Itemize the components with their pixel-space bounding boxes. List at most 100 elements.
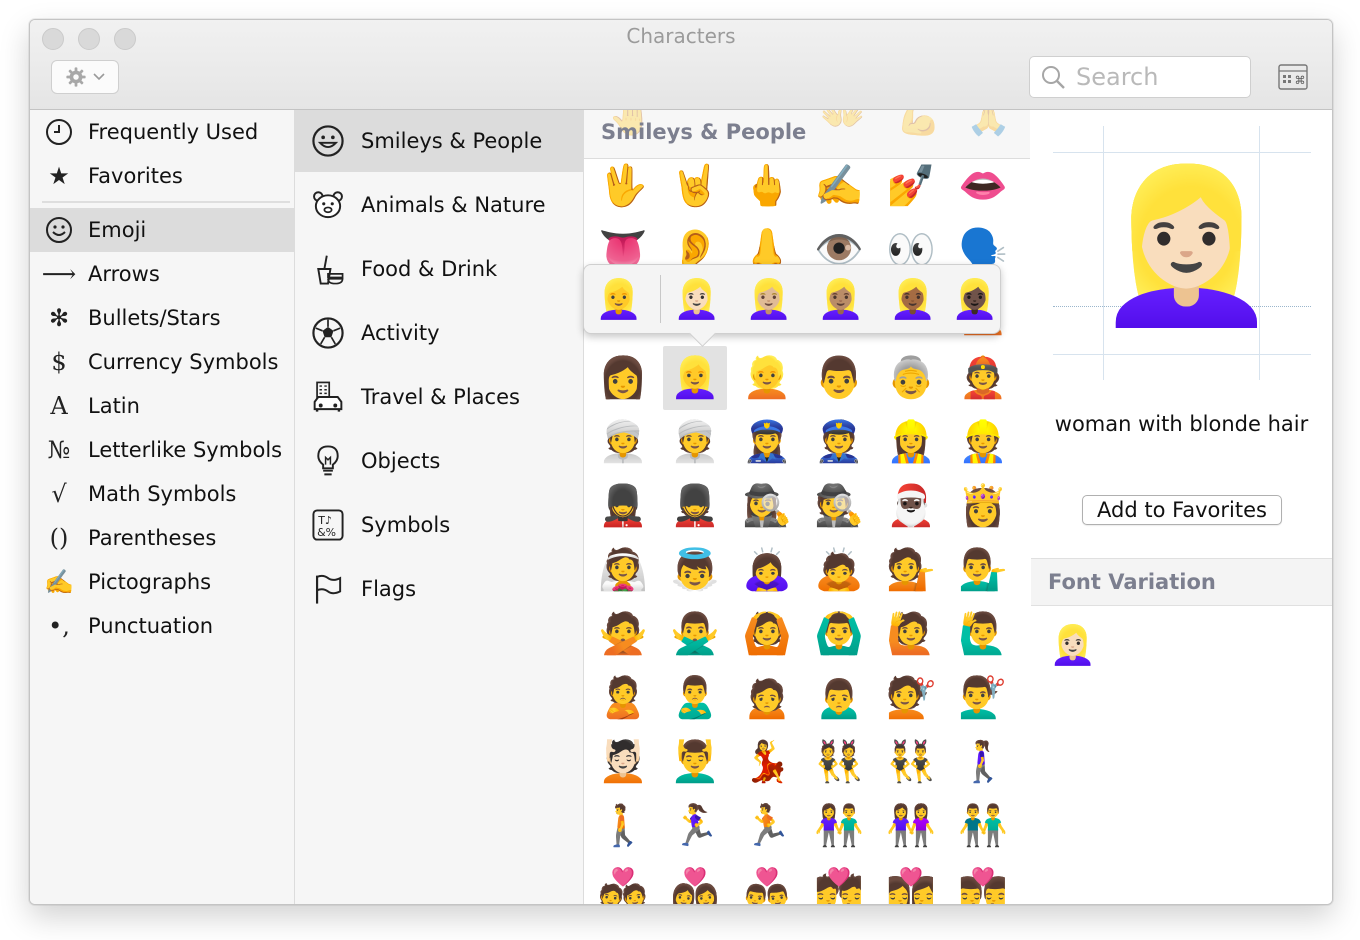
font-variation-item[interactable]: 👱🏻‍♀️	[1049, 626, 1096, 664]
category-food-drink[interactable]: Food & Drink	[295, 238, 583, 300]
action-menu-button[interactable]	[51, 60, 119, 94]
emoji-cell[interactable]: 👳	[663, 410, 727, 474]
skin-tone-option[interactable]: 👱🏽‍♀️	[814, 273, 868, 325]
emoji-cell[interactable]: 🙋‍♂️	[951, 602, 1015, 666]
emoji-cell[interactable]: 👲	[951, 346, 1015, 410]
emoji-cell[interactable]: 💁‍♂️	[951, 538, 1015, 602]
title-bar: Characters Search ⌘	[30, 20, 1332, 110]
emoji-cell[interactable]: 🙍‍♂️	[807, 666, 871, 730]
emoji-cell[interactable]: 👬	[951, 794, 1015, 858]
emoji-cell[interactable]: 👱	[735, 346, 799, 410]
category-travel-places[interactable]: Travel & Places	[295, 366, 583, 428]
emoji-cell[interactable]: 👨	[807, 346, 871, 410]
category-symbols[interactable]: T♪ &% Symbols	[295, 494, 583, 556]
skin-tone-option[interactable]: 👱🏻‍♀️	[670, 273, 724, 325]
emoji-cell[interactable]: 👩‍❤️‍💋‍👩	[879, 858, 943, 904]
emoji-cell[interactable]: 👩	[591, 346, 655, 410]
emoji-cell[interactable]: 💃	[735, 730, 799, 794]
emoji-cell[interactable]: 🖕	[735, 154, 799, 218]
sidebar-item-letterlike-symbols[interactable]: № Letterlike Symbols	[30, 428, 294, 472]
emoji-cell[interactable]: 👨‍❤️‍💋‍👨	[951, 858, 1015, 904]
svg-text:⌘: ⌘	[1295, 74, 1306, 87]
skin-tone-popup: 👱‍♀️ 👱🏻‍♀️ 👱🏼‍♀️ 👱🏽‍♀️ 👱🏾‍♀️ 👱🏿‍♀️	[583, 264, 1001, 334]
emoji-cell[interactable]: 💂‍♀️	[591, 474, 655, 538]
emoji-cell[interactable]: 👫	[807, 794, 871, 858]
emoji-cell[interactable]: 💁	[879, 538, 943, 602]
emoji-cell[interactable]: 👄	[951, 154, 1015, 218]
emoji-cell[interactable]: 👸	[951, 474, 1015, 538]
emoji-cell[interactable]: 👨‍❤️‍👨	[735, 858, 799, 904]
sidebar-item-currency-symbols[interactable]: $ Currency Symbols	[30, 340, 294, 384]
emoji-cell[interactable]: 👯‍♂️	[879, 730, 943, 794]
emoji-cell[interactable]: 💇	[879, 666, 943, 730]
sidebar-item-frequently-used[interactable]: Frequently Used	[30, 110, 294, 154]
sidebar-item-pictographs[interactable]: ✍ Pictographs	[30, 560, 294, 604]
dollar-icon: $	[51, 348, 67, 376]
skin-tone-option[interactable]: 👱‍♀️	[592, 273, 646, 325]
category-animals-nature[interactable]: Animals & Nature	[295, 174, 583, 236]
emoji-cell[interactable]: 💆🏻	[591, 730, 655, 794]
emoji-grid: 🖖🤘🖕✍️💅👄👅👂👃👁️👀🗣️👱👩👱‍♀️👱👨👵👲👳👳👮‍♀️👮👷‍♀️👷💂‍♀…	[584, 110, 1030, 904]
emoji-cell[interactable]: ✍️	[807, 154, 871, 218]
skin-tone-option[interactable]: 👱🏼‍♀️	[742, 273, 796, 325]
sidebar-item-arrows[interactable]: ⟶ Arrows	[30, 252, 294, 296]
sidebar-item-math-symbols[interactable]: √ Math Symbols	[30, 472, 294, 516]
sidebar-item-favorites[interactable]: ★ Favorites	[30, 154, 294, 198]
sidebar-item-label: Emoji	[88, 218, 147, 242]
emoji-cell[interactable]: 👱‍♀️	[663, 346, 727, 410]
add-to-favorites-button[interactable]: Add to Favorites	[1082, 495, 1282, 525]
emoji-cell[interactable]: 🖖	[591, 154, 655, 218]
category-objects[interactable]: Objects	[295, 430, 583, 492]
emoji-cell[interactable]: 🙍	[735, 666, 799, 730]
section-title: Smileys & People	[601, 120, 807, 144]
skin-tone-option[interactable]: 👱🏿‍♀️	[948, 273, 1002, 325]
emoji-cell[interactable]: 💂	[663, 474, 727, 538]
emoji-cell[interactable]: 💆‍♂️	[663, 730, 727, 794]
emoji-cell[interactable]: 🙆‍♂️	[807, 602, 871, 666]
category-flags[interactable]: Flags	[295, 558, 583, 620]
sidebar-item-parentheses[interactable]: () Parentheses	[30, 516, 294, 560]
emoji-cell[interactable]: 🤘	[663, 154, 727, 218]
emoji-cell[interactable]: 👭	[879, 794, 943, 858]
emoji-cell[interactable]: 🙆	[735, 602, 799, 666]
emoji-cell[interactable]: 🏃	[735, 794, 799, 858]
emoji-cell[interactable]: 👼	[663, 538, 727, 602]
emoji-cell[interactable]: 💑	[591, 858, 655, 904]
emoji-cell[interactable]: 🕵️	[807, 474, 871, 538]
emoji-cell[interactable]: 🚶	[591, 794, 655, 858]
emoji-cell[interactable]: 🎅🏿	[879, 474, 943, 538]
sidebar-item-emoji[interactable]: Emoji	[30, 208, 294, 252]
category-smileys-people[interactable]: Smileys & People	[295, 110, 583, 172]
emoji-cell[interactable]: 🏃‍♀️	[663, 794, 727, 858]
emoji-cell[interactable]: 🙋	[879, 602, 943, 666]
emoji-cell[interactable]: 🙎	[591, 666, 655, 730]
category-activity[interactable]: Activity	[295, 302, 583, 364]
emoji-cell[interactable]: 👷	[951, 410, 1015, 474]
emoji-cell[interactable]: 🙅	[591, 602, 655, 666]
keyboard-viewer-button[interactable]: ⌘	[1278, 64, 1308, 90]
emoji-cell[interactable]: 💏	[807, 858, 871, 904]
emoji-cell[interactable]: 🙎‍♂️	[663, 666, 727, 730]
emoji-cell[interactable]: 👵	[879, 346, 943, 410]
emoji-cell[interactable]: 🕵️‍♀️	[735, 474, 799, 538]
emoji-cell[interactable]: 👮‍♀️	[735, 410, 799, 474]
emoji-cell[interactable]: 👮	[807, 410, 871, 474]
emoji-cell[interactable]: 🙇	[807, 538, 871, 602]
emoji-cell[interactable]: 💇‍♂️	[951, 666, 1015, 730]
emoji-cell[interactable]: 👳	[591, 410, 655, 474]
skin-tone-option[interactable]: 👱🏾‍♀️	[886, 273, 940, 325]
sidebar-item-bullets-stars[interactable]: ✻ Bullets/Stars	[30, 296, 294, 340]
emoji-cell[interactable]: 👩‍❤️‍👩	[663, 858, 727, 904]
emoji-cell[interactable]: 🙇‍♀️	[735, 538, 799, 602]
sidebar-item-punctuation[interactable]: •, Punctuation	[30, 604, 294, 648]
emoji-cell[interactable]: 🚶‍♀️	[951, 730, 1015, 794]
emoji-cell[interactable]: 💅	[879, 154, 943, 218]
category-label: Flags	[361, 577, 417, 601]
search-input[interactable]	[1074, 62, 1238, 92]
emoji-cell[interactable]: 🙅‍♂️	[663, 602, 727, 666]
emoji-cell[interactable]: 👷‍♀️	[879, 410, 943, 474]
emoji-cell[interactable]: 👯	[807, 730, 871, 794]
search-field[interactable]	[1029, 56, 1251, 98]
sidebar-item-latin[interactable]: A Latin	[30, 384, 294, 428]
emoji-cell[interactable]: 👰	[591, 538, 655, 602]
